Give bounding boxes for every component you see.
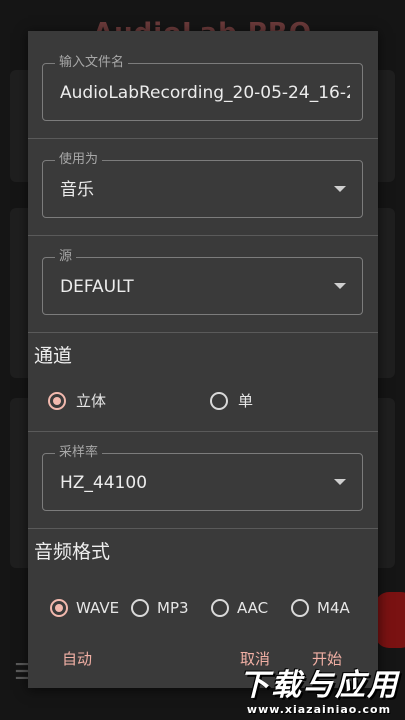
background-record-button (375, 592, 405, 648)
use-as-select[interactable]: 使用为 音乐 (42, 151, 363, 218)
format-option-m4a[interactable]: M4A (291, 599, 350, 617)
format-option-label: AAC (237, 599, 269, 617)
dropdown-arrow-icon (334, 283, 346, 289)
channel-option-label: 立体 (76, 392, 107, 410)
channel-option-mono[interactable]: 单 (210, 390, 253, 411)
audio-format-title: 音频格式 (34, 541, 111, 563)
radio-checked-icon (48, 391, 66, 410)
start-button[interactable]: 开始 (312, 648, 342, 669)
use-as-value: 音乐 (60, 180, 94, 200)
watermark-text: 下载与应用 (239, 668, 399, 703)
watermark: 下载与应用 www.xiazainiao.com (239, 668, 399, 717)
divider (28, 528, 378, 529)
channel-option-label: 单 (238, 392, 254, 410)
format-option-label: WAVE (76, 599, 120, 617)
sample-rate-value: HZ_44100 (60, 473, 148, 493)
radio-unchecked-icon (131, 599, 149, 617)
radio-unchecked-icon (211, 599, 229, 617)
radio-unchecked-icon (210, 391, 228, 410)
filename-field-label: 输入文件名 (55, 54, 129, 72)
use-as-label: 使用为 (55, 151, 103, 169)
sample-rate-select[interactable]: 采样率 HZ_44100 (42, 444, 363, 511)
divider (28, 138, 378, 139)
divider (28, 431, 378, 432)
radio-unchecked-icon (291, 599, 309, 617)
watermark-url: www.xiazainiao.com (246, 703, 392, 716)
cancel-button[interactable]: 取消 (240, 648, 270, 669)
format-option-mp3[interactable]: MP3 (131, 599, 189, 617)
filename-input[interactable]: AudioLabRecording_20-05-24_16-28 (60, 82, 350, 104)
dropdown-arrow-icon (334, 479, 346, 485)
format-option-aac[interactable]: AAC (211, 599, 268, 617)
divider (28, 332, 378, 333)
source-label: 源 (55, 248, 77, 266)
filename-field[interactable]: 输入文件名 AudioLabRecording_20-05-24_16-28 (42, 54, 363, 121)
channel-title: 通道 (34, 345, 73, 367)
dropdown-arrow-icon (334, 186, 346, 192)
auto-button[interactable]: 自动 (62, 648, 92, 669)
source-select[interactable]: 源 DEFAULT (42, 248, 363, 315)
source-value: DEFAULT (60, 277, 134, 297)
recording-settings-dialog: 输入文件名 AudioLabRecording_20-05-24_16-28 使… (28, 31, 378, 688)
divider (28, 235, 378, 236)
format-option-label: M4A (317, 599, 350, 617)
channel-option-stereo[interactable]: 立体 (48, 390, 106, 411)
format-option-label: MP3 (157, 599, 189, 617)
sample-rate-label: 采样率 (55, 444, 103, 462)
format-option-wave[interactable]: WAVE (50, 599, 119, 617)
radio-checked-icon (50, 599, 68, 617)
